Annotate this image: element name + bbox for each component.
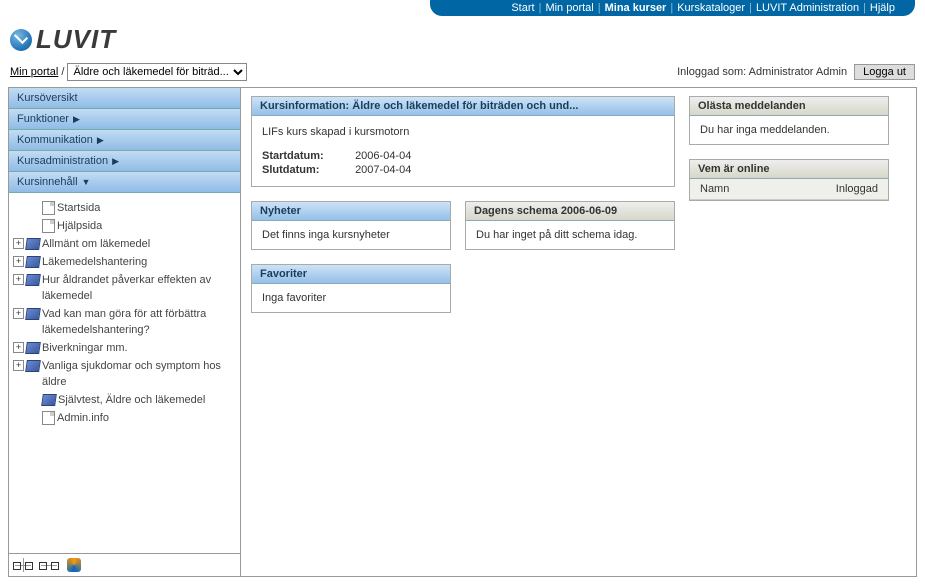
login-prefix: Inloggad som: — [677, 66, 749, 78]
tree-item[interactable]: Admin.info — [13, 409, 236, 427]
chevron-down-icon: ▼ — [82, 177, 91, 187]
expander-blank — [29, 412, 40, 423]
nav-mina-kurser[interactable]: Mina kurser — [605, 2, 667, 14]
login-info: Inloggad som: Administrator Admin Logga … — [677, 64, 915, 80]
nav-hjalp[interactable]: Hjälp — [870, 2, 895, 14]
tree-item[interactable]: +Vad kan man göra för att förbättra läke… — [13, 305, 236, 339]
panel-favoriter: Favoriter Inga favoriter — [251, 264, 451, 313]
book-icon — [25, 238, 41, 250]
expand-icon[interactable]: + — [13, 360, 24, 371]
book-icon — [25, 308, 41, 320]
panel-body: Inga favoriter — [252, 284, 450, 312]
nav-start[interactable]: Start — [511, 2, 534, 14]
end-date-label: Slutdatum: — [262, 164, 352, 176]
sidebar-toolbar — [9, 553, 240, 576]
logo-text: LUVIT — [36, 24, 116, 55]
menu-kursinnehall[interactable]: Kursinnehåll▼ — [9, 172, 240, 193]
expander-blank — [29, 220, 40, 231]
top-nav: Start| Min portal| Mina kurser| Kurskata… — [430, 0, 915, 16]
course-select[interactable]: Äldre och läkemedel för biträd... — [67, 63, 247, 81]
expand-icon[interactable]: + — [13, 238, 24, 249]
expand-icon[interactable]: + — [13, 342, 24, 353]
book-icon — [41, 394, 57, 406]
expand-icon[interactable]: + — [13, 256, 24, 267]
right-column: Olästa meddelanden Du har inga meddeland… — [689, 96, 889, 201]
document-icon — [42, 411, 55, 425]
col-inloggad: Inloggad — [836, 183, 878, 195]
panel-dagens-schema: Dagens schema 2006-06-09 Du har inget på… — [465, 201, 675, 250]
nav-min-portal[interactable]: Min portal — [545, 2, 593, 14]
panel-header: Kursinformation: Äldre och läkemedel för… — [252, 97, 674, 116]
panel-body: LIFs kurs skapad i kursmotorn Startdatum… — [252, 116, 674, 186]
nav-kurskataloger[interactable]: Kurskataloger — [677, 2, 745, 14]
chevron-right-icon: ▶ — [112, 156, 119, 167]
expand-icon[interactable]: + — [13, 308, 24, 319]
tree-item[interactable]: Hjälpsida — [13, 217, 236, 235]
menu-funktioner[interactable]: Funktioner▶ — [9, 109, 240, 130]
expand-all-icon[interactable] — [15, 558, 31, 572]
panel-header: Favoriter — [252, 265, 450, 284]
logo-mark-icon — [10, 29, 32, 51]
col-namn: Namn — [700, 183, 729, 195]
tree-item[interactable]: +Allmänt om läkemedel — [13, 235, 236, 253]
refresh-icon[interactable] — [67, 558, 81, 572]
login-user: Administrator Admin — [749, 66, 847, 78]
breadcrumb-row: Min portal / Äldre och läkemedel för bit… — [0, 59, 925, 85]
logout-button[interactable]: Logga ut — [854, 64, 915, 80]
online-table-header: Namn Inloggad — [690, 179, 888, 200]
menu-kursoversikt[interactable]: Kursöversikt — [9, 88, 240, 109]
logo-row: LUVIT — [0, 16, 925, 59]
panel-vem-online: Vem är online Namn Inloggad — [689, 159, 889, 201]
document-icon — [42, 219, 55, 233]
book-icon — [25, 274, 41, 286]
content-area: Kursinformation: Äldre och läkemedel för… — [241, 88, 916, 576]
chevron-right-icon: ▶ — [73, 114, 80, 125]
tree-item[interactable]: +Vanliga sjukdomar och symptom hos äldre — [13, 357, 236, 391]
panel-header: Olästa meddelanden — [690, 97, 888, 116]
content-tree: Startsida Hjälpsida +Allmänt om läkemede… — [9, 193, 240, 553]
start-date-label: Startdatum: — [262, 150, 352, 162]
tree-item[interactable]: +Läkemedelshantering — [13, 253, 236, 271]
document-icon — [42, 201, 55, 215]
panel-body: Du har inga meddelanden. — [690, 116, 888, 144]
nav-luvit-admin[interactable]: LUVIT Administration — [756, 2, 859, 14]
start-date-value: 2006-04-04 — [355, 150, 411, 162]
tree-item[interactable]: +Biverkningar mm. — [13, 339, 236, 357]
panel-body: Du har inget på ditt schema idag. — [466, 221, 674, 249]
expander-blank — [29, 394, 40, 405]
menu-kommunikation[interactable]: Kommunikation▶ — [9, 130, 240, 151]
expander-blank — [29, 202, 40, 213]
breadcrumb-portal-link[interactable]: Min portal — [10, 66, 58, 78]
row-nyheter-schema: Nyheter Det finns inga kursnyheter Dagen… — [251, 201, 675, 250]
book-icon — [25, 256, 41, 268]
sidebar: Kursöversikt Funktioner▶ Kommunikation▶ … — [9, 88, 241, 576]
panel-olasta-meddelanden: Olästa meddelanden Du har inga meddeland… — [689, 96, 889, 145]
chevron-right-icon: ▶ — [97, 135, 104, 146]
menu-sections: Kursöversikt Funktioner▶ Kommunikation▶ … — [9, 88, 240, 193]
menu-kursadministration[interactable]: Kursadministration▶ — [9, 151, 240, 172]
middle-column: Kursinformation: Äldre och läkemedel för… — [251, 96, 675, 313]
collapse-all-icon[interactable] — [41, 558, 57, 572]
tree-item[interactable]: Startsida — [13, 199, 236, 217]
main-wrap: Kursöversikt Funktioner▶ Kommunikation▶ … — [8, 87, 917, 577]
kursinfo-desc: LIFs kurs skapad i kursmotorn — [262, 126, 664, 138]
panel-header: Vem är online — [690, 160, 888, 179]
book-icon — [25, 342, 41, 354]
panel-header: Nyheter — [252, 202, 450, 221]
end-date-value: 2007-04-04 — [355, 164, 411, 176]
panel-nyheter: Nyheter Det finns inga kursnyheter — [251, 201, 451, 250]
tree-item[interactable]: +Hur åldrandet påverkar effekten av läke… — [13, 271, 236, 305]
panel-body: Det finns inga kursnyheter — [252, 221, 450, 249]
breadcrumb: Min portal / Äldre och läkemedel för bit… — [10, 63, 247, 81]
panel-kursinformation: Kursinformation: Äldre och läkemedel för… — [251, 96, 675, 187]
panel-header: Dagens schema 2006-06-09 — [466, 202, 674, 221]
expand-icon[interactable]: + — [13, 274, 24, 285]
book-icon — [25, 360, 41, 372]
tree-item[interactable]: Självtest, Äldre och läkemedel — [13, 391, 236, 409]
logo: LUVIT — [10, 24, 116, 55]
